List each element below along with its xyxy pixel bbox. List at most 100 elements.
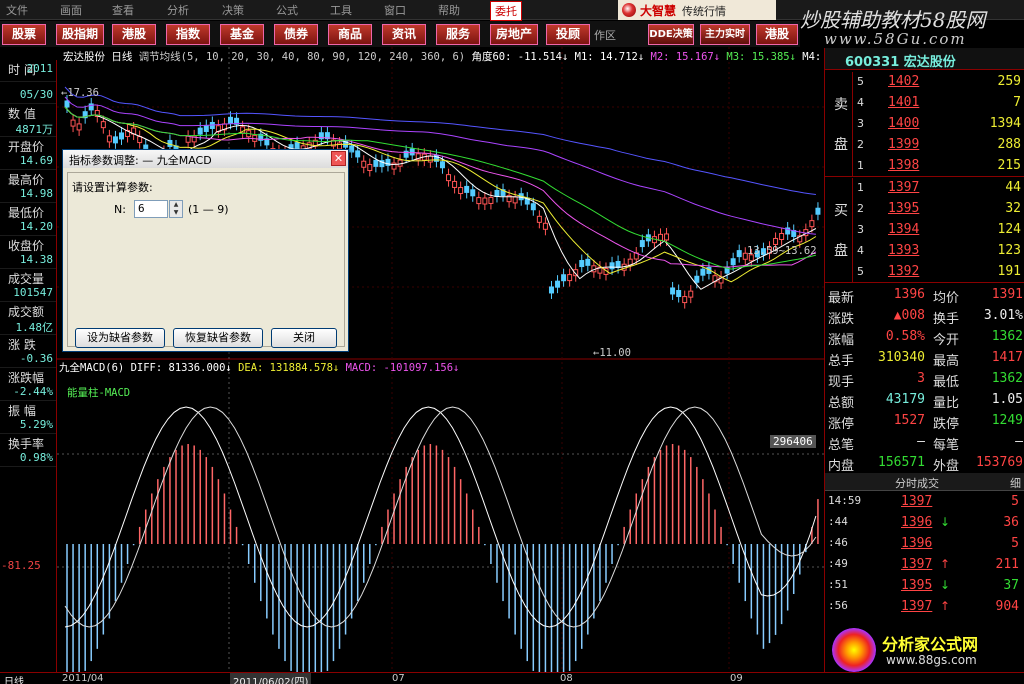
level-volume: 44 [1005, 180, 1021, 195]
candle-body [488, 196, 494, 204]
menu-help[interactable]: 帮助 [438, 2, 460, 18]
sell-level-row[interactable]: 4 1401 7 [853, 93, 1024, 114]
tick-price: 1397 [901, 494, 933, 509]
watermark: 炒股辅助教材58股网 www.58Gu.com [800, 2, 1024, 48]
restore-default-button[interactable]: 恢复缺省参数 [173, 328, 263, 348]
right-price-marker: 13.59~13.62 [747, 245, 817, 257]
candle-body [585, 258, 591, 266]
stat-value: — [917, 434, 925, 449]
dialog-close-button[interactable]: 关闭 [271, 328, 337, 348]
menu-tools[interactable]: 工具 [330, 2, 352, 18]
menu-analysis[interactable]: 分析 [167, 2, 189, 18]
level-price: 1395 [888, 201, 920, 216]
buy-level-row[interactable]: 3 1394 124 [853, 220, 1024, 241]
level-price: 1402 [888, 74, 920, 89]
info-label: 开盘价 [8, 140, 45, 154]
stat-label: 每笔 [933, 438, 960, 453]
tab-stocks[interactable]: 股票 [2, 24, 46, 45]
macd-name[interactable]: 九全MACD(6) [59, 362, 124, 374]
tick-header-detail[interactable]: 细 [1010, 475, 1021, 491]
tab-main-force[interactable]: 主力实时 [700, 24, 750, 45]
stock-header[interactable]: 600331 宏达股份 [825, 48, 1024, 70]
tab-advisor[interactable]: 投顾 [546, 24, 590, 45]
param-n-spinner[interactable]: ▲ ▼ [169, 200, 183, 218]
tick-row[interactable]: :49 1397 ↑ 211 [825, 555, 1024, 576]
tick-row[interactable]: :46 1396 5 [825, 534, 1024, 555]
stat-row: 总额 43179 量比 1.05 [825, 390, 1024, 411]
tick-volume: 904 [995, 599, 1019, 614]
sell-side-label: 卖 盘 [825, 72, 853, 176]
tab-hk-stocks-2[interactable]: 港股 [756, 24, 798, 45]
sell-level-row[interactable]: 3 1400 1394 [853, 114, 1024, 135]
tab-service[interactable]: 服务 [436, 24, 480, 45]
spin-down-icon[interactable]: ▼ [170, 209, 182, 217]
chart-area[interactable]: 宏达股份 日线 调节均线(5, 10, 20, 30, 40, 80, 90, … [1, 47, 847, 672]
menu-formula[interactable]: 公式 [276, 2, 298, 18]
stat-value: 1396 [893, 287, 925, 302]
sell-level-row[interactable]: 1 1398 215 [853, 156, 1024, 177]
menu-view[interactable]: 查看 [112, 2, 134, 18]
buy-side-label: 买 盘 [825, 178, 853, 282]
tab-news[interactable]: 资讯 [382, 24, 426, 45]
stat-label: 换手 [933, 312, 960, 327]
tab-hk-stocks[interactable]: 港股 [112, 24, 156, 45]
tick-row[interactable]: :56 1397 ↑ 904 [825, 597, 1024, 618]
tick-time: :49 [828, 557, 848, 570]
flower-logo-icon [832, 628, 876, 672]
level-volume: 1394 [989, 116, 1021, 131]
buy-level-row[interactable]: 1 1397 44 [853, 178, 1024, 199]
buy-level-row[interactable]: 2 1395 32 [853, 199, 1024, 220]
set-default-button[interactable]: 设为缺省参数 [75, 328, 165, 348]
buy-level-row[interactable]: 5 1392 191 [853, 262, 1024, 283]
stock-name: 宏达股份 [63, 51, 105, 63]
menu-file[interactable]: 文件 [6, 2, 28, 18]
tick-row[interactable]: 14:59 1397 5 [825, 492, 1024, 513]
tab-bond[interactable]: 债券 [274, 24, 318, 45]
info-label: 最高价 [8, 173, 45, 187]
menu-window[interactable]: 窗口 [384, 2, 406, 18]
candle-body [548, 286, 554, 294]
info-row: 成交额 1.48亿 [0, 302, 56, 335]
chart-period[interactable]: 日线 [111, 51, 132, 63]
ma-info-line: 宏达股份 日线 调节均线(5, 10, 20, 30, 40, 80, 90, … [63, 49, 847, 64]
info-value: 14.69 [19, 154, 53, 167]
sell-level-row[interactable]: 5 1402 259 [853, 72, 1024, 93]
trade-button[interactable]: 委托 [490, 1, 522, 21]
period-switch[interactable]: 日线 [4, 673, 24, 684]
site-logo-url: www.88gs.com [886, 653, 977, 667]
info-label: 数 值 [8, 107, 36, 121]
buy-level-row[interactable]: 4 1393 123 [853, 241, 1024, 262]
dialog-title-bar[interactable]: 指标参数调整: — 九全MACD ✕ [63, 150, 348, 168]
stat-row: 涨跌 ▲008 换手 3.01% [825, 306, 1024, 327]
ma-m2: M2: 15.167↓ [650, 51, 721, 63]
param-n-input[interactable]: 6 [134, 200, 168, 218]
sell-level-row[interactable]: 2 1399 288 [853, 135, 1024, 156]
candle-body [106, 135, 112, 143]
tick-row[interactable]: :51 1395 ↓ 37 [825, 576, 1024, 597]
level-index: 1 [857, 159, 864, 172]
close-icon[interactable]: ✕ [331, 151, 346, 166]
candle-body [579, 260, 585, 268]
tab-dde-decision[interactable]: DDE决策 [648, 24, 694, 45]
tab-index[interactable]: 指数 [166, 24, 210, 45]
tick-volume: 5 [1011, 494, 1019, 509]
candle-body [664, 233, 670, 241]
tick-header-title[interactable]: 分时成交 [895, 475, 939, 491]
spin-up-icon[interactable]: ▲ [170, 201, 182, 209]
info-label: 成交量 [8, 272, 45, 286]
tick-time: :46 [828, 536, 848, 549]
menu-decision[interactable]: 决策 [222, 2, 244, 18]
tab-commodity[interactable]: 商品 [328, 24, 372, 45]
stat-label: 量比 [933, 396, 960, 411]
candle-body [555, 280, 561, 288]
tab-index-futures[interactable]: 股指期 [56, 24, 104, 45]
arrow-up-icon: ↑ [940, 557, 951, 571]
tab-real-estate[interactable]: 房地产 [490, 24, 538, 45]
brand-logo-icon [622, 3, 636, 17]
level-price: 1397 [888, 180, 920, 195]
menu-screen[interactable]: 画面 [60, 2, 82, 18]
candle-body [452, 180, 458, 188]
tab-fund[interactable]: 基金 [220, 24, 264, 45]
tick-row[interactable]: :44 1396 ↓ 36 [825, 513, 1024, 534]
info-row: 开盘价 14.69 [0, 137, 56, 170]
